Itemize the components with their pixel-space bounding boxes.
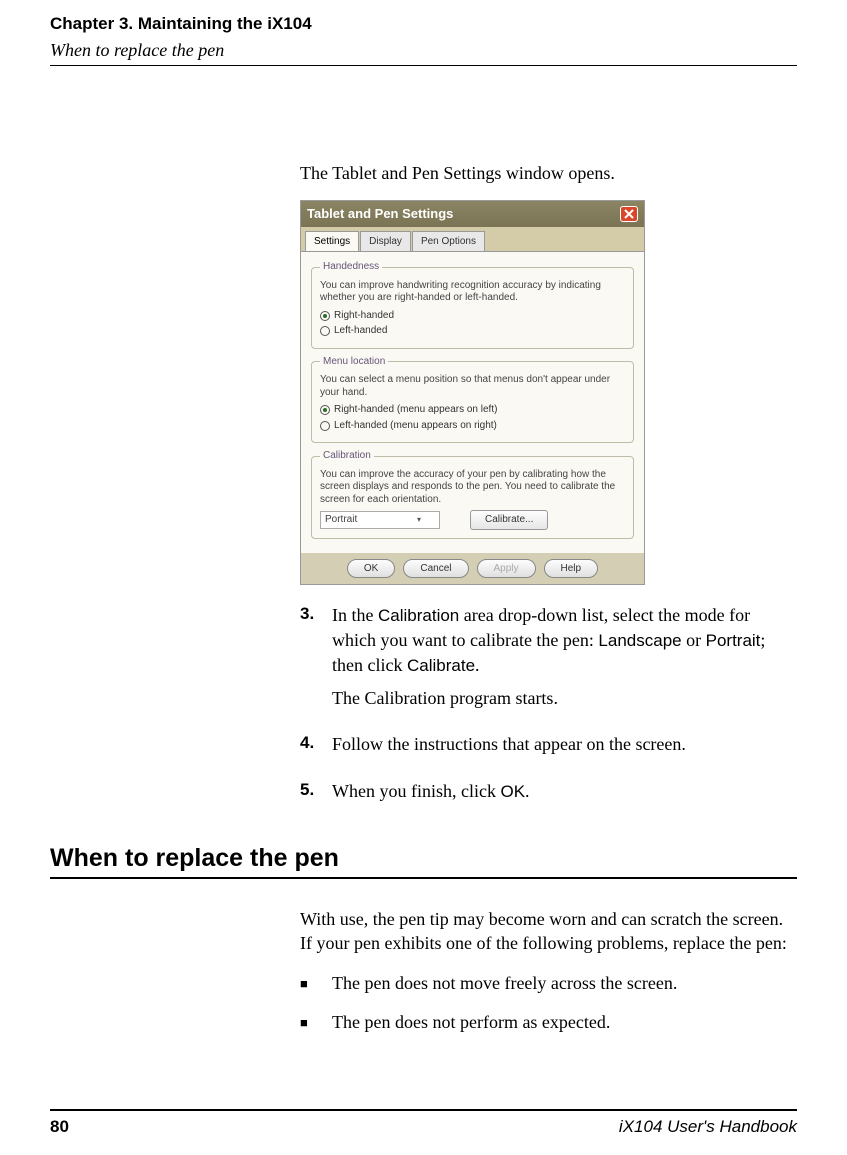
step-number: 4. (300, 732, 332, 764)
step-number: 5. (300, 779, 332, 812)
bullet-item: ■ The pen does not move freely across th… (300, 971, 797, 995)
step-5: 5. When you finish, click OK. (300, 779, 797, 812)
radio-label: Right-handed (menu appears on left) (334, 403, 497, 417)
calibration-legend: Calibration (320, 449, 374, 463)
text: . (475, 655, 480, 675)
step-4: 4. Follow the instructions that appear o… (300, 732, 797, 764)
handedness-desc: You can improve handwriting recognition … (320, 280, 625, 305)
chapter-title: Chapter 3. Maintaining the iX104 (50, 14, 797, 34)
radio-icon (320, 311, 330, 321)
text: or (682, 630, 706, 650)
help-button[interactable]: Help (544, 559, 599, 579)
dialog-title: Tablet and Pen Settings (307, 205, 453, 223)
radio-label: Right-handed (334, 309, 394, 323)
apply-button[interactable]: Apply (477, 559, 536, 579)
radio-label: Left-handed (334, 324, 387, 338)
cancel-button[interactable]: Cancel (403, 559, 468, 579)
section-rule (50, 877, 797, 879)
dialog-titlebar: Tablet and Pen Settings (301, 201, 644, 227)
tab-settings[interactable]: Settings (305, 231, 359, 252)
bullet-item: ■ The pen does not perform as expected. (300, 1010, 797, 1034)
section2-content: With use, the pen tip may become worn an… (300, 907, 797, 1034)
step-5-text: When you finish, click OK. (332, 779, 797, 804)
handedness-group: Handedness You can improve handwriting r… (311, 260, 634, 349)
radio-right-handed[interactable]: Right-handed (320, 309, 625, 323)
step-3: 3. In the Calibration area drop-down lis… (300, 603, 797, 718)
bullet-text: The pen does not move freely across the … (332, 971, 677, 995)
radio-menu-right[interactable]: Right-handed (menu appears on left) (320, 403, 625, 417)
bullet-icon: ■ (300, 1010, 332, 1034)
page-number: 80 (50, 1117, 69, 1137)
tab-display[interactable]: Display (360, 231, 411, 252)
radio-label: Left-handed (menu appears on right) (334, 419, 497, 433)
menu-location-legend: Menu location (320, 355, 388, 369)
intro-text: The Tablet and Pen Settings window opens… (300, 161, 797, 185)
ui-term: Portrait (706, 631, 761, 650)
radio-icon (320, 421, 330, 431)
chevron-down-icon: ▾ (417, 515, 421, 526)
footer-rule (50, 1109, 797, 1111)
ok-button[interactable]: OK (347, 559, 395, 579)
menu-location-group: Menu location You can select a menu posi… (311, 355, 634, 444)
ui-term: Landscape (598, 631, 681, 650)
page-footer: 80 iX104 User's Handbook (50, 1109, 797, 1137)
ui-term: OK (500, 782, 525, 801)
section-title-header: When to replace the pen (50, 40, 797, 61)
settings-dialog-screenshot: Tablet and Pen Settings Settings Display… (300, 200, 645, 585)
menu-location-desc: You can select a menu position so that m… (320, 374, 625, 399)
handedness-legend: Handedness (320, 260, 382, 274)
book-title: iX104 User's Handbook (619, 1117, 797, 1137)
radio-menu-left[interactable]: Left-handed (menu appears on right) (320, 419, 625, 433)
bullet-text: The pen does not perform as expected. (332, 1010, 610, 1034)
header-rule (50, 65, 797, 66)
section2-para: With use, the pen tip may become worn an… (300, 907, 797, 956)
text: . (525, 781, 530, 801)
calibration-group: Calibration You can improve the accuracy… (311, 449, 634, 539)
content-area: The Tablet and Pen Settings window opens… (300, 161, 797, 812)
calibration-desc: You can improve the accuracy of your pen… (320, 469, 625, 507)
radio-icon (320, 326, 330, 336)
step-number: 3. (300, 603, 332, 718)
ui-term: Calibration (378, 606, 459, 625)
calibrate-button[interactable]: Calibrate... (470, 510, 548, 530)
section-heading: When to replace the pen (50, 844, 797, 873)
dialog-footer: OK Cancel Apply Help (301, 553, 644, 585)
step-4-text: Follow the instructions that appear on t… (332, 732, 797, 756)
radio-left-handed[interactable]: Left-handed (320, 324, 625, 338)
ui-term: Calibrate (407, 656, 475, 675)
text: In the (332, 605, 378, 625)
orientation-select[interactable]: Portrait ▾ (320, 511, 440, 529)
text: When you finish, click (332, 781, 500, 801)
step-3-text: In the Calibration area drop-down list, … (332, 603, 797, 678)
step-3-result: The Calibration program starts. (332, 686, 797, 710)
close-icon[interactable] (620, 206, 638, 222)
radio-icon (320, 405, 330, 415)
dialog-tabs: Settings Display Pen Options (301, 227, 644, 252)
orientation-select-value: Portrait (325, 513, 357, 527)
bullet-icon: ■ (300, 971, 332, 995)
tab-pen-options[interactable]: Pen Options (412, 231, 485, 252)
